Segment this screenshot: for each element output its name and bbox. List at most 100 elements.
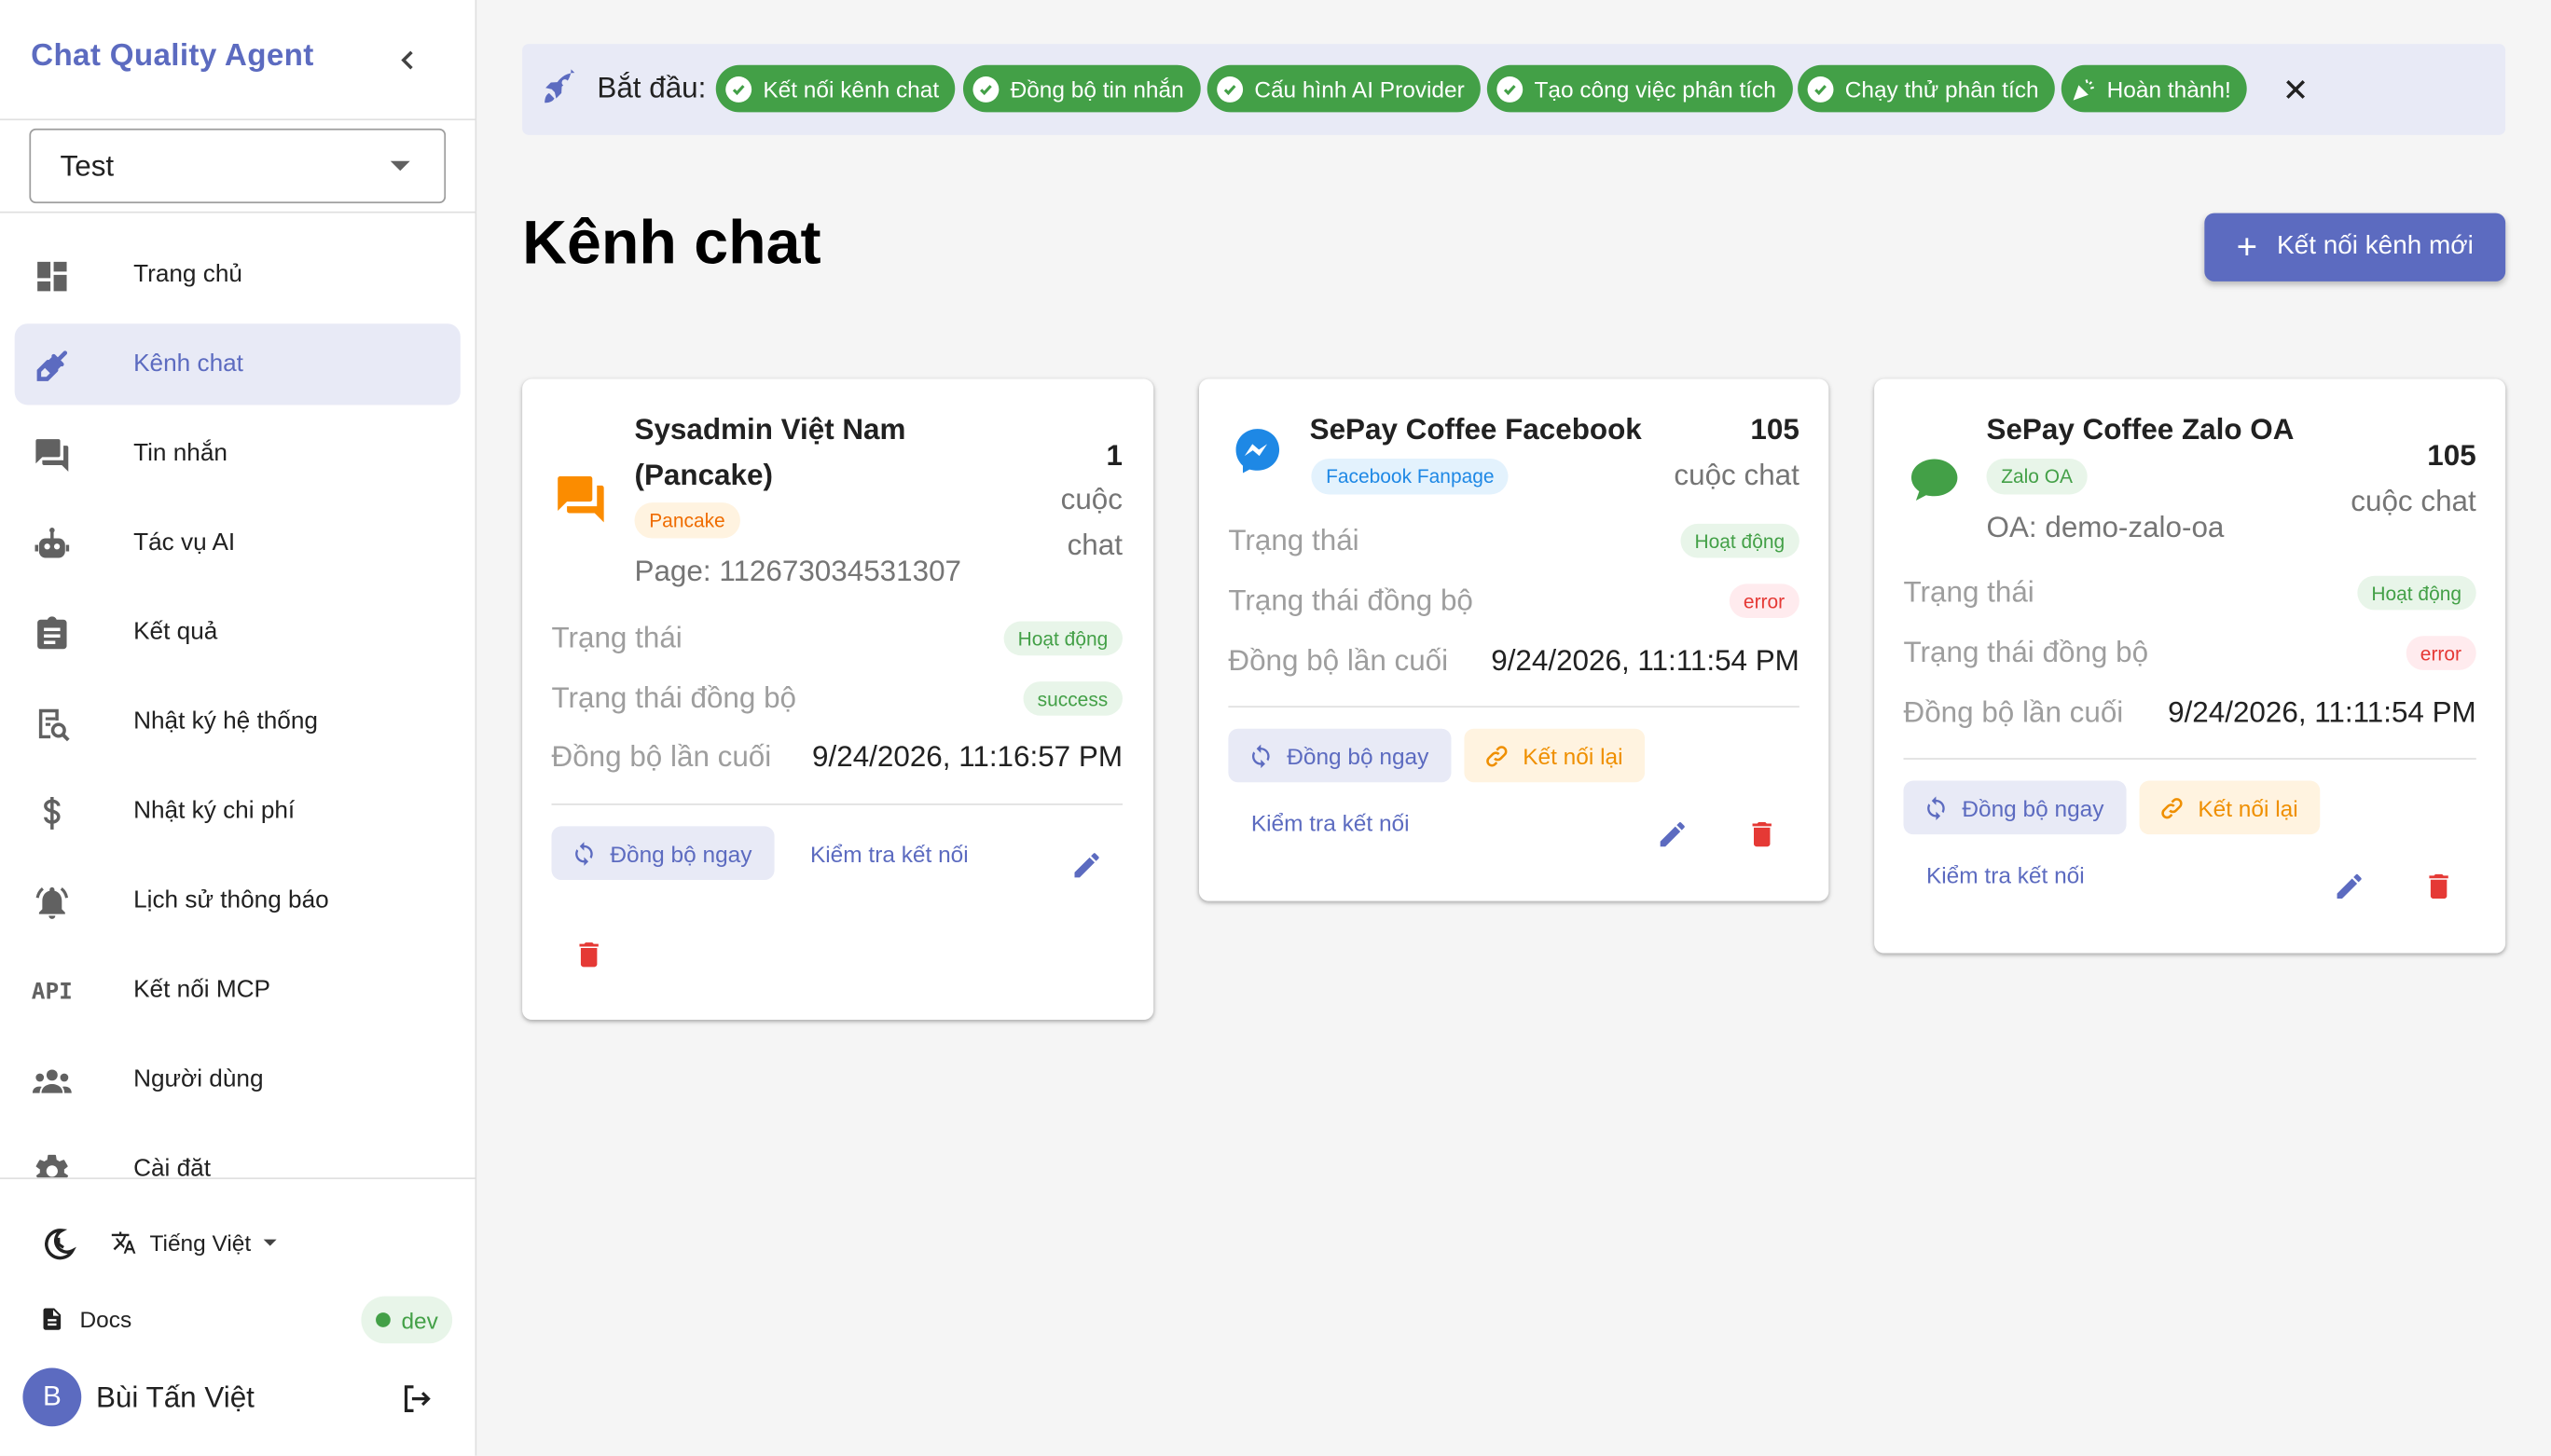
- sidebar-item-results[interactable]: Kết quả: [15, 592, 461, 673]
- onboarding-step-sync[interactable]: Đồng bộ tin nhắn: [962, 64, 1201, 113]
- sidebar-item-messages[interactable]: Tin nhắn: [15, 413, 461, 494]
- language-select[interactable]: Tiếng Việt: [111, 1225, 278, 1260]
- channel-page-id: Page: 112673034531307: [634, 555, 962, 587]
- onboarding-step-test-run[interactable]: Chạy thử phân tích: [1798, 64, 2055, 113]
- channel-name: Sysadmin Việt Nam (Pancake): [635, 406, 1009, 498]
- pencil-icon: [1660, 822, 1685, 847]
- dashboard-icon: [31, 255, 73, 297]
- card-divider: [551, 803, 1123, 805]
- check-circle-icon: [1807, 76, 1834, 103]
- delete-button[interactable]: [2420, 867, 2459, 906]
- trash-icon: [579, 942, 599, 968]
- trash-icon: [1752, 822, 1772, 847]
- sync-icon: [571, 840, 597, 866]
- sidebar-item-channels[interactable]: Kênh chat: [14, 323, 461, 405]
- chat-count-unit-line2: chat: [1067, 529, 1123, 561]
- onboarding-step-connect[interactable]: Kết nối kênh chat: [715, 64, 956, 113]
- channel-name-line2: (Pancake): [634, 459, 773, 491]
- channel-name-line1: Sysadmin Việt Nam: [634, 413, 906, 446]
- sidebar-item-ai-tasks[interactable]: Tác vụ AI: [15, 502, 461, 584]
- status-label: Trạng thái: [551, 621, 683, 654]
- chat-count-unit-line1: cuộc: [1060, 483, 1123, 516]
- translate-icon: [111, 1231, 136, 1254]
- sync-now-button[interactable]: Đồng bộ ngay: [551, 826, 775, 880]
- sidebar-item-label: Nhật ký hệ thống: [133, 707, 318, 735]
- sidebar-nav: Trang chủ Kênh chat Tin nhắn Tác vụ AI K…: [0, 229, 476, 1180]
- onboarding-step-done[interactable]: Hoàn thành!: [2061, 64, 2248, 113]
- sidebar-item-mcp[interactable]: API Kết nối MCP: [15, 950, 461, 1031]
- logout-icon: [404, 1385, 431, 1413]
- sidebar-item-label: Lịch sử thông báo: [133, 886, 329, 914]
- party-icon: [2073, 78, 2095, 100]
- onboarding-step-create-job[interactable]: Tạo công việc phân tích: [1486, 64, 1793, 113]
- connect-new-channel-label: Kết nối kênh mới: [2277, 232, 2474, 261]
- sync-now-button[interactable]: Đồng bộ ngay: [1903, 780, 2127, 835]
- card-divider: [1903, 758, 2476, 760]
- forum-icon: [31, 434, 73, 476]
- card-divider: [1228, 706, 1799, 708]
- check-circle-icon: [972, 76, 1000, 103]
- gear-icon: [31, 1150, 73, 1180]
- workspace-select[interactable]: Test: [29, 128, 447, 204]
- status-label: Trạng thái: [1228, 523, 1359, 556]
- sync-now-label: Đồng bộ ngay: [1962, 794, 2104, 821]
- reconnect-button[interactable]: Kết nối lại: [1464, 728, 1646, 783]
- document-icon: [43, 1308, 62, 1330]
- plug-icon: [31, 345, 73, 387]
- sidebar-item-users[interactable]: Người dùng: [15, 1039, 461, 1120]
- sidebar-item-notification-history[interactable]: Lịch sử thông báo: [15, 860, 461, 941]
- channel-name: SePay Coffee Zalo OA: [1986, 413, 2295, 446]
- sync-icon: [1923, 794, 1949, 820]
- docs-link[interactable]: Docs: [39, 1303, 131, 1336]
- sidebar-header: Chat Quality Agent: [0, 0, 476, 121]
- channel-card: Sysadmin Việt Nam (Pancake) Pancake Page…: [522, 378, 1154, 1021]
- check-circle-icon: [1217, 76, 1244, 103]
- sidebar-item-settings[interactable]: Cài đặt: [15, 1129, 461, 1180]
- api-icon: API: [31, 979, 73, 1006]
- chat-count-unit: cuộc chat: [2351, 484, 2476, 517]
- sidebar-item-cost-log[interactable]: Nhật ký chi phí: [15, 771, 461, 852]
- edit-button[interactable]: [1653, 815, 1692, 854]
- user-name: Bùi Tấn Việt: [95, 1380, 255, 1414]
- docs-label: Docs: [79, 1306, 132, 1333]
- onboarding-step-label: Đồng bộ tin nhắn: [1010, 76, 1184, 103]
- collapse-sidebar-button[interactable]: [391, 42, 426, 77]
- check-connection-button[interactable]: Kiểm tra kết nối: [810, 841, 969, 867]
- sync-status-badge: error: [2406, 636, 2476, 670]
- rocket-icon: [545, 69, 575, 103]
- delete-button[interactable]: [570, 935, 609, 974]
- sidebar-item-system-log[interactable]: Nhật ký hệ thống: [15, 681, 461, 762]
- sidebar-item-label: Cài đặt: [133, 1154, 212, 1180]
- channel-oa-id: OA: demo-zalo-oa: [1986, 510, 2225, 543]
- chat-bubble-icon: [1910, 459, 1958, 501]
- avatar[interactable]: B: [22, 1367, 82, 1427]
- sidebar-item-label: Nhật ký chi phí: [133, 797, 296, 825]
- close-onboarding-button[interactable]: [2281, 75, 2310, 103]
- connect-new-channel-button[interactable]: + Kết nối kênh mới: [2204, 213, 2506, 282]
- logout-button[interactable]: [399, 1380, 434, 1416]
- bell-icon: [31, 882, 73, 924]
- sync-status-label: Trạng thái đồng bộ: [551, 681, 797, 715]
- reconnect-button[interactable]: Kết nối lại: [2139, 780, 2322, 835]
- link-icon: [1483, 743, 1510, 769]
- check-connection-button[interactable]: Kiểm tra kết nối: [1251, 810, 1410, 836]
- reconnect-label: Kết nối lại: [1523, 742, 1623, 769]
- sync-now-button[interactable]: Đồng bộ ngay: [1228, 728, 1452, 783]
- channel-card: SePay Coffee Facebook Facebook Fanpage 1…: [1198, 378, 1829, 901]
- status-dot-icon: [375, 1312, 391, 1327]
- check-connection-button[interactable]: Kiểm tra kết nối: [1926, 862, 2085, 888]
- sidebar-item-label: Trang chủ: [133, 260, 242, 288]
- onboarding-step-ai-provider[interactable]: Cấu hình AI Provider: [1207, 64, 1482, 113]
- workspace-select-wrap: Test: [0, 120, 476, 213]
- edit-button[interactable]: [2330, 867, 2369, 906]
- channel-type-badge: Pancake: [634, 502, 740, 539]
- status-badge: Hoạt động: [1679, 523, 1799, 558]
- last-sync-value: 9/24/2026, 11:11:54 PM: [2168, 695, 2476, 729]
- theme-toggle-button[interactable]: [39, 1225, 78, 1264]
- workspace-select-value: Test: [60, 148, 115, 182]
- sidebar-item-home[interactable]: Trang chủ: [15, 234, 461, 315]
- delete-button[interactable]: [1743, 815, 1782, 854]
- pencil-icon: [2337, 873, 2362, 900]
- onboarding-step-label: Hoàn thành!: [2106, 76, 2231, 103]
- edit-button[interactable]: [1068, 845, 1107, 885]
